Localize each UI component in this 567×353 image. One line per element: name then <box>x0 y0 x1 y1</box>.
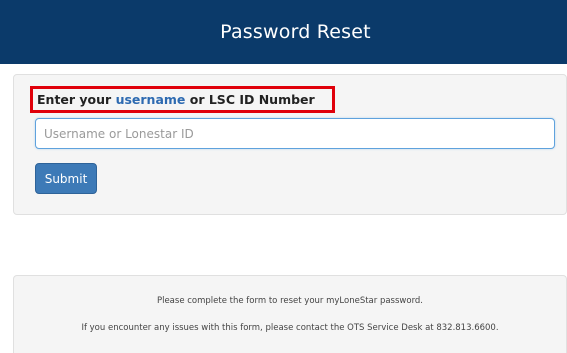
page-title: Password Reset <box>220 21 371 43</box>
reset-form-panel: Enter your username or LSC ID Number Sub… <box>13 74 567 215</box>
footer-panel: Please complete the form to reset your m… <box>13 275 567 353</box>
submit-button[interactable]: Submit <box>35 163 97 194</box>
username-input[interactable] <box>35 118 555 149</box>
prompt-suffix: or LSC ID Number <box>185 92 315 107</box>
page-header: Password Reset <box>0 0 567 64</box>
prompt-prefix: Enter your <box>37 92 116 107</box>
footer-support-contact: If you encounter any issues with this fo… <box>81 323 499 333</box>
footer-instructions: Please complete the form to reset your m… <box>156 296 424 306</box>
prompt-username-highlight: username <box>115 92 186 107</box>
username-prompt-label: Enter your username or LSC ID Number <box>30 86 335 113</box>
